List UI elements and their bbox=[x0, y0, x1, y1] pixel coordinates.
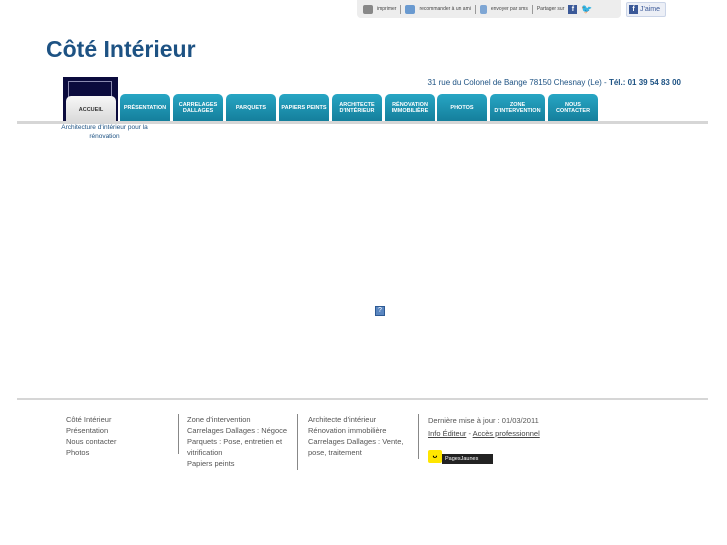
share-toolbar: imprimer recommander à un ami envoyer pa… bbox=[357, 0, 621, 18]
last-updated: Dernière mise à jour : 01/03/2011 bbox=[428, 416, 539, 425]
twitter-icon[interactable]: 🐦 bbox=[581, 4, 592, 15]
footer-link[interactable]: Carrelages Dallages : Négoce bbox=[187, 425, 292, 436]
tab-zone[interactable]: ZONE D'INTERVENTION bbox=[490, 94, 545, 121]
sms-link[interactable]: envoyer par sms bbox=[491, 6, 528, 12]
divider bbox=[418, 414, 419, 459]
footer-link[interactable]: Parquets : Pose, entretien et vitrificat… bbox=[187, 436, 292, 458]
phone: Tél.: 01 39 54 83 00 bbox=[608, 78, 681, 87]
footer-link[interactable]: Côté Intérieur bbox=[66, 414, 116, 425]
footer-link[interactable]: Présentation bbox=[66, 425, 116, 436]
tab-contact[interactable]: NOUS CONTACTER bbox=[548, 94, 598, 121]
divider bbox=[400, 4, 402, 14]
recommend-icon[interactable] bbox=[405, 4, 416, 14]
footer-link[interactable]: Papiers peints bbox=[187, 458, 292, 469]
tab-carrelages[interactable]: CARRELAGES DALLAGES bbox=[173, 94, 223, 121]
pagesjaunes-badge[interactable]: ᴗ PagesJaunes bbox=[428, 450, 494, 465]
facebook-icon[interactable]: f bbox=[568, 4, 578, 14]
phone-icon[interactable] bbox=[479, 4, 487, 14]
divider bbox=[474, 4, 476, 14]
footer-link[interactable]: Photos bbox=[66, 447, 116, 458]
footer-col-4: Dernière mise à jour : 01/03/2011 Info É… bbox=[428, 414, 540, 440]
site-logo[interactable]: Côté Intérieur bbox=[46, 36, 196, 63]
tab-architecte[interactable]: ARCHITECTE D'INTÉRIEUR bbox=[332, 94, 382, 121]
footer-link[interactable]: Zone d'intervention bbox=[187, 414, 292, 425]
pro-access-link[interactable]: Accès professionnel bbox=[473, 429, 540, 438]
like-button[interactable]: f J'aime bbox=[626, 2, 666, 17]
address-text: 31 rue du Colonel de Bange 78150 Chesnay… bbox=[427, 78, 609, 87]
address: 31 rue du Colonel de Bange 78150 Chesnay… bbox=[380, 78, 681, 87]
tab-renovation[interactable]: RÉNOVATION IMMOBILIÈRE bbox=[385, 94, 435, 121]
share-label: Partager sur bbox=[536, 6, 565, 12]
tagline: Architecture d'intérieur pour la rénovat… bbox=[61, 124, 148, 140]
print-link[interactable]: imprimer bbox=[377, 6, 396, 12]
tab-parquets[interactable]: PARQUETS bbox=[226, 94, 276, 121]
footer-col-1: Côté Intérieur Présentation Nous contact… bbox=[66, 414, 116, 458]
facebook-icon: f bbox=[629, 5, 638, 14]
tab-presentation[interactable]: PRÉSENTATION bbox=[120, 94, 170, 121]
divider bbox=[297, 414, 298, 470]
footer-link[interactable]: Nous contacter bbox=[66, 436, 116, 447]
footer-link[interactable]: Carrelages Dallages : Vente, pose, trait… bbox=[308, 436, 413, 458]
recommend-link[interactable]: recommander à un ami bbox=[419, 6, 470, 12]
footer-col-2: Zone d'intervention Carrelages Dallages … bbox=[187, 414, 292, 469]
footer-link[interactable]: Rénovation immobilière bbox=[308, 425, 413, 436]
printer-icon[interactable] bbox=[363, 4, 373, 14]
footer-link[interactable]: Architecte d'intérieur bbox=[308, 414, 413, 425]
smiley-icon: ᴗ bbox=[428, 450, 442, 463]
tab-photos[interactable]: PHOTOS bbox=[437, 94, 487, 121]
like-label: J'aime bbox=[640, 6, 661, 13]
footer-col-3: Architecte d'intérieur Rénovation immobi… bbox=[308, 414, 413, 458]
tab-accueil[interactable]: ACCUEIL bbox=[66, 96, 116, 123]
broken-image-icon: ? bbox=[375, 306, 385, 316]
info-editeur-link[interactable]: Info Éditeur bbox=[428, 429, 466, 438]
badge-label: PagesJaunes bbox=[442, 454, 493, 464]
divider bbox=[178, 414, 179, 454]
footer-rule bbox=[17, 398, 708, 400]
tab-papiers-peints[interactable]: PAPIERS PEINTS bbox=[279, 94, 329, 121]
divider bbox=[531, 4, 533, 14]
